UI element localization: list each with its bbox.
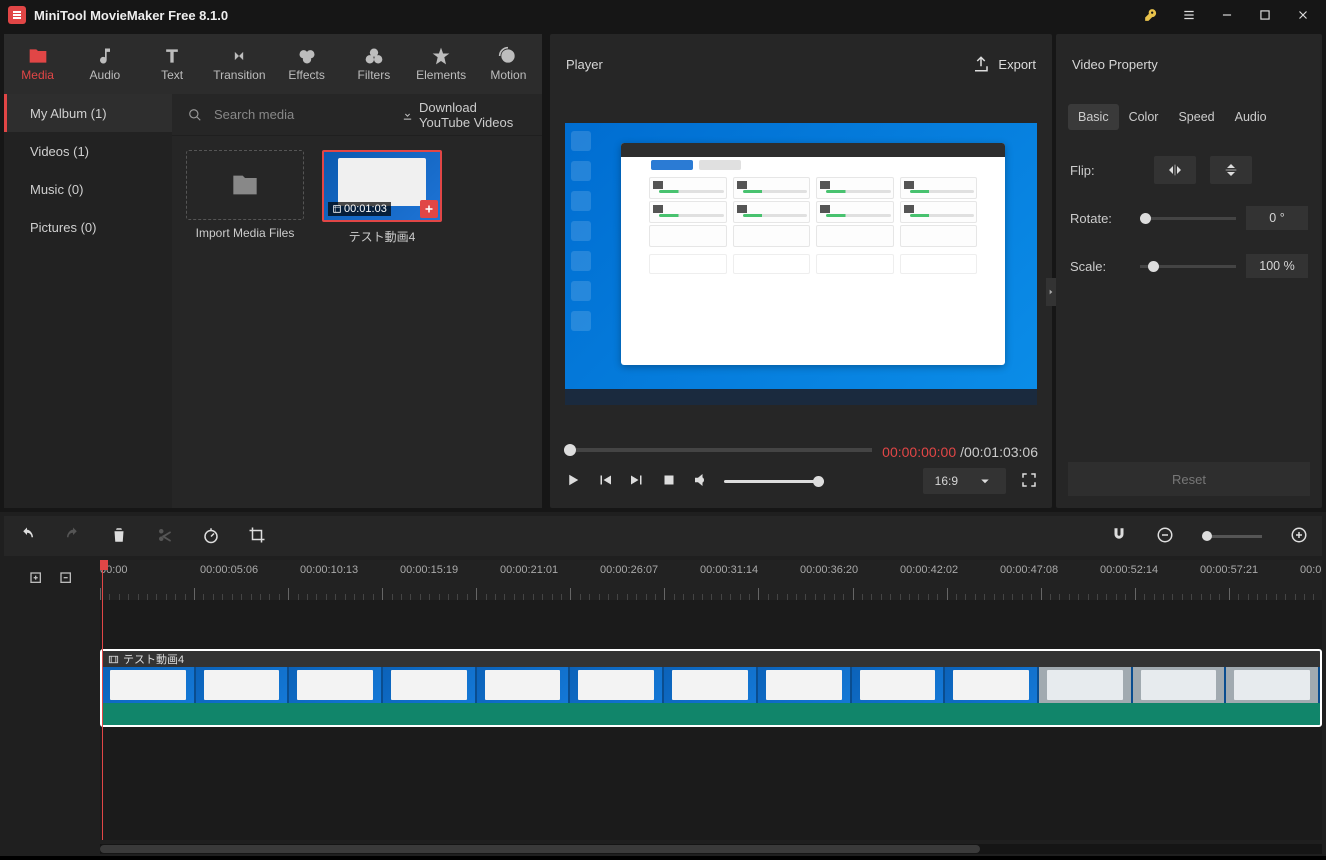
zoom-slider[interactable] (1202, 535, 1262, 538)
total-time: 00:01:03:06 (964, 444, 1038, 460)
volume-button[interactable] (692, 471, 710, 492)
volume-slider[interactable] (724, 480, 824, 483)
media-panel: Media Audio Text Transition Effects Filt… (4, 34, 542, 508)
category-tabs: Media Audio Text Transition Effects Filt… (4, 34, 542, 94)
rotate-value[interactable]: 0 ° (1246, 206, 1308, 230)
player-preview[interactable] (550, 94, 1052, 434)
timeline-area: 00:0000:00:05:0600:00:10:1300:00:15:1900… (0, 512, 1326, 856)
folder-icon (231, 171, 259, 199)
tab-transition[interactable]: Transition (206, 40, 273, 88)
ruler-label: 00:00:52:14 (1100, 564, 1158, 576)
scale-slider[interactable] (1140, 265, 1236, 268)
stop-button[interactable] (660, 471, 678, 492)
auto-tool-icon[interactable] (1064, 526, 1082, 547)
playhead[interactable] (102, 560, 103, 840)
sidebar-item-pictures[interactable]: Pictures (0) (4, 208, 172, 246)
ruler-label: 00:00:42:02 (900, 564, 958, 576)
app-title: MiniTool MovieMaker Free 8.1.0 (34, 8, 228, 23)
app-logo (8, 6, 26, 24)
ruler-label: 00:00:47:08 (1000, 564, 1058, 576)
player-title: Player (566, 57, 603, 72)
ruler-label: 00:00:21:01 (500, 564, 558, 576)
next-frame-button[interactable] (628, 471, 646, 492)
title-bar: MiniTool MovieMaker Free 8.1.0 (0, 0, 1326, 30)
export-button[interactable]: Export (972, 55, 1036, 73)
timeline-toolbar (4, 516, 1322, 556)
timeline-ruler[interactable]: 00:0000:00:05:0600:00:10:1300:00:15:1900… (100, 560, 1322, 600)
properties-panel: Video Property Basic Color Speed Audio F… (1056, 34, 1322, 508)
properties-title: Video Property (1072, 57, 1158, 72)
collapse-panel-button[interactable] (1046, 278, 1056, 306)
ruler-label: 00:00:05:06 (200, 564, 258, 576)
tab-media[interactable]: Media (4, 40, 71, 88)
sidebar-item-music[interactable]: Music (0) (4, 170, 172, 208)
add-clip-button[interactable] (420, 200, 438, 218)
fullscreen-button[interactable] (1020, 471, 1038, 492)
tab-audio[interactable]: Audio (71, 40, 138, 88)
ruler-label: 00:00:15:19 (400, 564, 458, 576)
hamburger-menu-icon[interactable] (1174, 1, 1204, 29)
search-input[interactable] (212, 106, 392, 123)
ruler-label: 00:00:10:13 (300, 564, 358, 576)
tab-speed[interactable]: Speed (1168, 104, 1224, 130)
tab-motion[interactable]: Motion (475, 40, 542, 88)
delete-button[interactable] (110, 526, 128, 547)
video-track[interactable]: テスト動画4 (100, 648, 1322, 728)
media-clip-tile[interactable]: 00:01:03 テスト動画4 (322, 150, 442, 245)
close-button[interactable] (1288, 1, 1318, 29)
split-button[interactable] (156, 526, 174, 547)
zoom-out-button[interactable] (1156, 526, 1174, 547)
scale-value[interactable]: 100 % (1246, 254, 1308, 278)
clip-duration: 00:01:03 (328, 202, 391, 216)
tab-elements[interactable]: Elements (408, 40, 475, 88)
license-key-icon[interactable] (1136, 1, 1166, 29)
ruler-label: 00:00:26:07 (600, 564, 658, 576)
audio-track[interactable] (100, 728, 1322, 788)
tab-color[interactable]: Color (1119, 104, 1169, 130)
aspect-ratio-select[interactable]: 16:9 (923, 468, 1006, 494)
ruler-label: 00:00:36:20 (800, 564, 858, 576)
player-panel: Player Export (550, 34, 1052, 508)
tab-audio-prop[interactable]: Audio (1225, 104, 1277, 130)
maximize-button[interactable] (1250, 1, 1280, 29)
rotate-slider[interactable] (1140, 217, 1236, 220)
download-youtube-link[interactable]: Download YouTube Videos (402, 100, 526, 130)
sidebar-item-videos[interactable]: Videos (1) (4, 132, 172, 170)
chevron-down-icon (976, 472, 994, 490)
scrubber[interactable] (564, 448, 872, 452)
tab-filters[interactable]: Filters (340, 40, 407, 88)
redo-button[interactable] (64, 526, 82, 547)
media-sidebar: My Album (1) Videos (1) Music (0) Pictur… (4, 94, 172, 508)
current-time: 00:00:00:00 (882, 444, 956, 460)
ruler-label: 00:00:31:14 (700, 564, 758, 576)
video-clip[interactable]: テスト動画4 (100, 649, 1322, 727)
sidebar-item-myalbum[interactable]: My Album (1) (4, 94, 172, 132)
ruler-label: 00:00:57:21 (1200, 564, 1258, 576)
flip-vertical-button[interactable] (1210, 156, 1252, 184)
remove-track-button[interactable] (59, 571, 75, 590)
zoom-in-button[interactable] (1290, 526, 1308, 547)
flip-horizontal-button[interactable] (1154, 156, 1196, 184)
minimize-button[interactable] (1212, 1, 1242, 29)
crop-button[interactable] (248, 526, 266, 547)
tab-basic[interactable]: Basic (1068, 104, 1119, 130)
tab-text[interactable]: Text (139, 40, 206, 88)
prev-frame-button[interactable] (596, 471, 614, 492)
filmstrip-icon (108, 654, 119, 665)
speed-button[interactable] (202, 526, 220, 547)
reset-button[interactable]: Reset (1068, 462, 1310, 496)
undo-button[interactable] (18, 526, 36, 547)
tab-effects[interactable]: Effects (273, 40, 340, 88)
magnet-icon[interactable] (1110, 526, 1128, 547)
add-track-button[interactable] (29, 571, 45, 590)
timeline-scrollbar[interactable] (100, 844, 1322, 854)
ruler-label: 00:01:03 (1300, 564, 1322, 576)
import-media-tile[interactable]: Import Media Files (186, 150, 304, 245)
play-button[interactable] (564, 471, 582, 492)
search-icon (188, 108, 202, 122)
